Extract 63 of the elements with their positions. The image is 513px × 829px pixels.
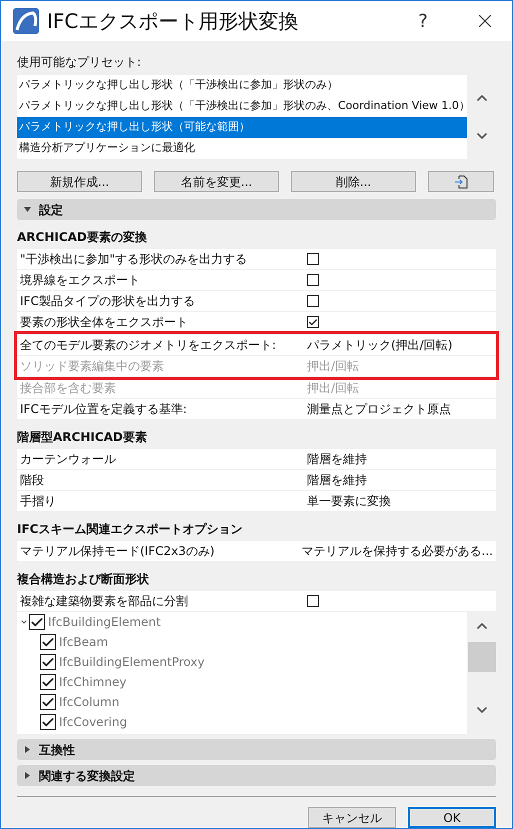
setting-label: 全てのモデル要素のジオメトリをエクスポート: xyxy=(20,337,278,354)
export-button[interactable] xyxy=(428,171,494,192)
preset-button[interactable]: 新規作成... xyxy=(17,171,142,192)
tree-item[interactable]: IfcBuildingElementProxy xyxy=(59,653,205,671)
setting-value[interactable]: 階層を維持 xyxy=(307,450,367,468)
checkbox[interactable] xyxy=(307,274,319,286)
export-file-icon xyxy=(454,174,468,188)
setting-value[interactable]: 階層を維持 xyxy=(307,471,367,489)
setting-label: IFCモデル位置を定義する基準: xyxy=(20,401,188,418)
checkbox[interactable] xyxy=(307,316,319,328)
setting-label: 接合部を含む要素 xyxy=(20,380,117,397)
section-title: IFCスキーム関連エクスポートオプション xyxy=(17,521,244,538)
setting-label: IFC製品タイプの形状を出力する xyxy=(20,293,196,310)
tree-item[interactable]: IfcCovering xyxy=(59,713,128,731)
setting-label: 境界線をエクスポート xyxy=(20,272,141,289)
checkbox[interactable] xyxy=(307,295,319,307)
checkbox[interactable] xyxy=(29,614,45,630)
checkbox[interactable] xyxy=(40,694,56,710)
section-title: 複合構造および断面形状 xyxy=(17,571,150,588)
dialog-button[interactable]: OK xyxy=(408,807,496,828)
checkbox[interactable] xyxy=(40,674,56,690)
preset-item[interactable]: パラメトリックな押し出し形状（「干渉検出に参加」形状のみ） xyxy=(17,75,467,96)
window-title: IFCエクスポート用形状変換 xyxy=(47,8,298,35)
setting-value[interactable]: マテリアルを保持する必要がある... xyxy=(302,542,493,560)
preset-item[interactable]: パラメトリックな押し出し形状（「干渉検出に参加」形状のみ、Coordination View 1.0） xyxy=(17,96,467,117)
dialog-button[interactable]: キャンセル xyxy=(308,807,396,828)
app-logo-icon xyxy=(13,8,39,34)
checkbox[interactable] xyxy=(307,595,319,607)
preset-button[interactable]: 削除... xyxy=(291,171,416,192)
tree-item[interactable]: IfcColumn xyxy=(59,693,120,711)
checkbox[interactable] xyxy=(40,654,56,670)
tree-item[interactable]: IfcBeam xyxy=(59,633,108,651)
checkbox[interactable] xyxy=(40,714,56,730)
checkbox[interactable] xyxy=(40,634,56,650)
setting-label: ソリッド要素編集中の要素 xyxy=(20,358,165,375)
setting-label: 要素の形状全体をエクスポート xyxy=(20,314,189,331)
preset-item[interactable]: パラメトリックな押し出し形状（可能な範囲） xyxy=(17,117,467,138)
setting-label: カーテンウォール xyxy=(20,451,117,468)
preset-list[interactable]: パラメトリックな押し出し形状（「干渉検出に参加」形状のみ） パラメトリックな押し出し形状（「干渉検出に参加」形状のみ、Coordination View 1.0） パラメトリックな押し出し形状（可能な範囲） 構造分析アプリケーションに最適化 xyxy=(17,75,467,159)
settings-header[interactable]: 設定 xyxy=(17,199,496,220)
scrollbar-thumb[interactable] xyxy=(468,642,496,672)
section-header[interactable]: 関連する変換設定 xyxy=(17,765,496,786)
setting-label: "干渉検出に参加"する形状のみを出力する xyxy=(20,251,248,268)
setting-label: 階段 xyxy=(20,472,45,489)
caret-icon xyxy=(25,772,30,779)
checkbox[interactable] xyxy=(307,253,319,265)
preset-button[interactable]: 名前を変更... xyxy=(154,171,279,192)
presets-label: 使用可能なプリセット: xyxy=(17,54,142,71)
section-header[interactable]: 互換性 xyxy=(17,739,496,760)
setting-label: 複雑な建築物要素を部品に分割 xyxy=(20,593,189,610)
preset-item[interactable]: 構造分析アプリケーションに最適化 xyxy=(17,138,467,159)
caret-icon xyxy=(24,207,31,212)
help-button[interactable]: ? xyxy=(408,8,438,34)
setting-value[interactable]: 単一要素に変換 xyxy=(307,492,391,510)
tree-item[interactable]: IfcBuildingElement xyxy=(48,613,161,631)
section-title: ARCHICAD要素の変換 xyxy=(17,229,148,246)
setting-label: マテリアル保持モード(IFC2x3のみ) xyxy=(20,543,216,560)
caret-icon xyxy=(25,746,30,753)
setting-value[interactable]: 測量点とプロジェクト原点 xyxy=(307,400,451,418)
expand-toggle[interactable] xyxy=(20,618,28,626)
setting-label: 手摺り xyxy=(20,493,57,510)
tree-item[interactable]: IfcChimney xyxy=(59,673,126,691)
section-title: 階層型ARCHICAD要素 xyxy=(17,429,148,446)
